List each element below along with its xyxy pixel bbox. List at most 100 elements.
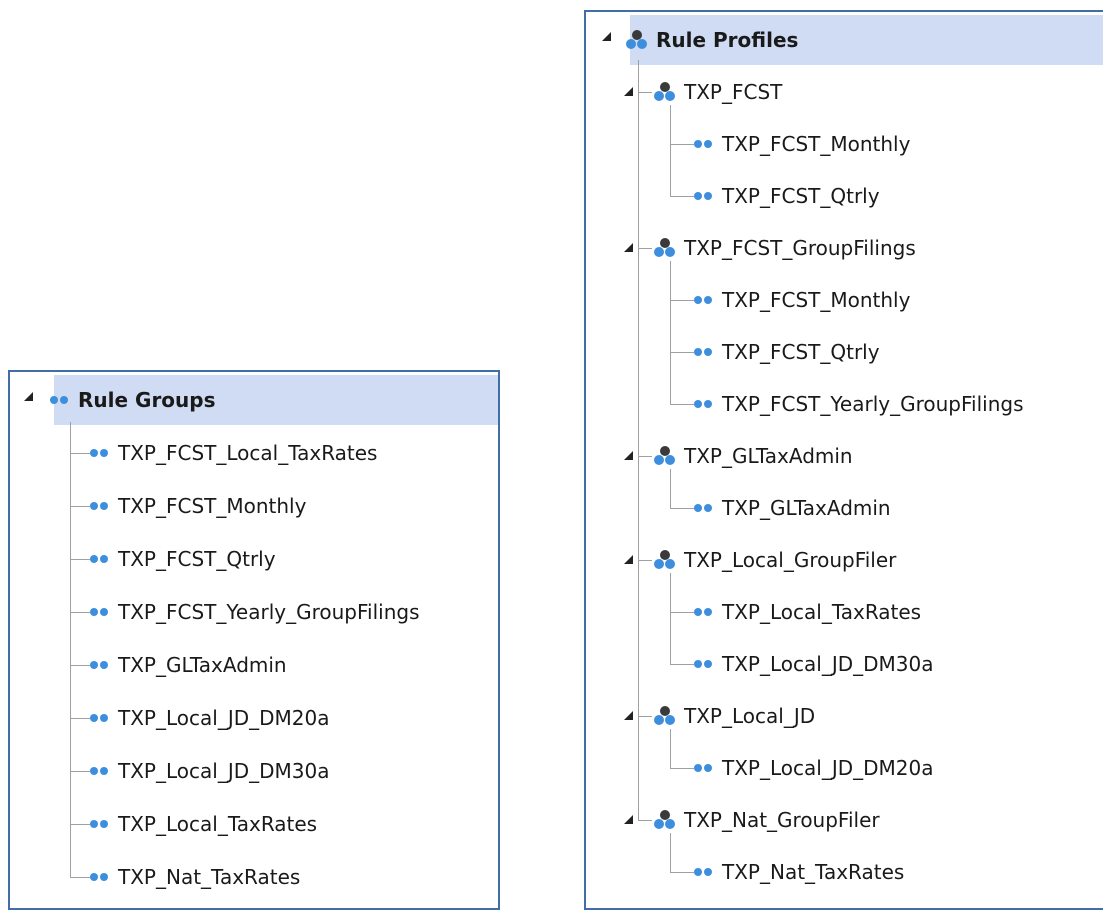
icon-dot	[704, 192, 712, 200]
tree-connector	[638, 820, 652, 821]
icon-dot	[50, 396, 58, 404]
icon-dot	[654, 715, 664, 725]
icon-dot	[637, 39, 647, 49]
rule-group-item[interactable]: TXP_GLTaxAdmin	[90, 640, 287, 690]
expanded-triangle-icon[interactable]	[602, 32, 611, 41]
tree-connector	[670, 729, 671, 768]
rule-profile-item[interactable]: TXP_FCST_GroupFilings	[654, 223, 916, 273]
icon-dot	[90, 502, 98, 510]
icon-dot	[90, 714, 98, 722]
rule-profile-icon	[654, 550, 676, 570]
rule-group-item-label: TXP_FCST_Yearly_GroupFilings	[118, 600, 420, 624]
icon-dot	[665, 247, 675, 257]
rule-group-icon	[90, 555, 108, 563]
rule-profile-item[interactable]: TXP_Local_JD	[654, 691, 815, 741]
rule-group-item[interactable]: TXP_Local_JD_DM30a	[90, 746, 329, 796]
rule-profile-group-item[interactable]: TXP_FCST_Yearly_GroupFilings	[694, 379, 1024, 429]
rule-profile-group-item-label: TXP_Local_JD_DM20a	[722, 756, 934, 780]
rule-group-item-label: TXP_Local_JD_DM20a	[118, 706, 330, 730]
rule-group-item[interactable]: TXP_FCST_Yearly_GroupFilings	[90, 587, 420, 637]
rule-profile-group-item[interactable]: TXP_Local_JD_DM20a	[694, 743, 933, 793]
icon-dot	[704, 400, 712, 408]
rule-profile-group-item-label: TXP_Nat_TaxRates	[722, 860, 905, 884]
rule-profile-item-label: TXP_Local_GroupFiler	[684, 548, 897, 572]
icon-dot	[626, 39, 636, 49]
rule-profile-group-item[interactable]: TXP_Nat_TaxRates	[694, 847, 904, 897]
icon-dot	[694, 764, 702, 772]
rule-profile-item[interactable]: TXP_Nat_GroupFiler	[654, 795, 880, 845]
rule-profile-group-item[interactable]: TXP_FCST_Qtrly	[694, 171, 880, 221]
rule-profile-group-item-label: TXP_FCST_Qtrly	[722, 340, 880, 364]
icon-dot	[665, 715, 675, 725]
icon-dot	[694, 660, 702, 668]
rule-groups-root[interactable]: Rule Groups	[50, 375, 216, 425]
icon-dot	[654, 247, 664, 257]
rule-profile-group-item[interactable]: TXP_GLTaxAdmin	[694, 483, 891, 533]
tree-connector	[670, 196, 694, 197]
rule-group-item[interactable]: TXP_Nat_TaxRates	[90, 852, 300, 902]
rule-profile-item-label: TXP_FCST_GroupFilings	[684, 236, 916, 260]
rule-group-item-label: TXP_FCST_Local_TaxRates	[118, 441, 378, 465]
tree-connector	[70, 771, 90, 772]
rule-group-item[interactable]: TXP_FCST_Monthly	[90, 481, 306, 531]
icon-dot	[100, 820, 108, 828]
icon-dot	[90, 820, 98, 828]
tree-connector	[638, 716, 652, 717]
rule-profile-group-item[interactable]: TXP_Local_JD_DM30a	[694, 639, 933, 689]
rule-profile-item[interactable]: TXP_Local_GroupFiler	[654, 535, 896, 585]
tree-connector	[638, 456, 652, 457]
rule-group-item[interactable]: TXP_Local_TaxRates	[90, 799, 317, 849]
rule-profile-icon	[654, 82, 676, 102]
tree-connector	[670, 573, 671, 664]
rule-profile-group-item[interactable]: TXP_FCST_Monthly	[694, 119, 910, 169]
expanded-triangle-icon[interactable]	[624, 451, 633, 460]
expanded-triangle-icon[interactable]	[624, 711, 633, 720]
tree-connector	[70, 877, 90, 878]
rule-profile-item[interactable]: TXP_FCST	[654, 67, 782, 117]
icon-dot	[665, 819, 675, 829]
rule-group-item-label: TXP_FCST_Qtrly	[118, 547, 276, 571]
rule-group-icon	[694, 348, 712, 356]
icon-dot	[704, 504, 712, 512]
tree-connector	[70, 718, 90, 719]
icon-dot	[694, 140, 702, 148]
icon-dot	[694, 192, 702, 200]
rule-profile-group-item[interactable]: TXP_Local_TaxRates	[694, 587, 921, 637]
rule-group-item-label: TXP_Local_JD_DM30a	[118, 759, 330, 783]
tree-connector	[670, 404, 694, 405]
rule-profile-icon	[654, 810, 676, 830]
rule-group-item-label: TXP_FCST_Monthly	[118, 494, 307, 518]
rule-group-item[interactable]: TXP_FCST_Qtrly	[90, 534, 276, 584]
tree-connector	[670, 144, 694, 145]
expanded-triangle-icon[interactable]	[624, 815, 633, 824]
rule-group-icon	[694, 608, 712, 616]
rule-group-item[interactable]: TXP_FCST_Local_TaxRates	[90, 428, 377, 478]
tree-connector	[670, 300, 694, 301]
rule-group-item-label: TXP_GLTaxAdmin	[118, 653, 287, 677]
rule-group-icon	[694, 660, 712, 668]
icon-dot	[704, 764, 712, 772]
rule-profiles-panel: Rule Profiles TXP_FCST TXP_FCST_Monthly TXP…	[584, 10, 1103, 910]
expanded-triangle-icon[interactable]	[624, 87, 633, 96]
rule-group-item[interactable]: TXP_Local_JD_DM20a	[90, 693, 329, 743]
tree-connector	[70, 506, 90, 507]
rule-group-icon	[90, 661, 108, 669]
rule-profile-group-item[interactable]: TXP_FCST_Qtrly	[694, 327, 880, 377]
rule-profile-item[interactable]: TXP_GLTaxAdmin	[654, 431, 853, 481]
expanded-triangle-icon[interactable]	[624, 555, 633, 564]
icon-dot	[90, 873, 98, 881]
tree-connector	[638, 92, 652, 93]
rule-group-icon	[50, 396, 68, 404]
expanded-triangle-icon[interactable]	[624, 243, 633, 252]
tree-connector	[670, 261, 671, 404]
rule-profile-group-item-label: TXP_FCST_Monthly	[722, 288, 911, 312]
expanded-triangle-icon[interactable]	[24, 392, 33, 401]
rule-profiles-root[interactable]: Rule Profiles	[626, 15, 798, 65]
icon-dot	[100, 714, 108, 722]
rule-profile-group-item-label: TXP_FCST_Monthly	[722, 132, 911, 156]
rule-group-icon	[694, 140, 712, 148]
rule-profile-icon	[626, 30, 648, 50]
icon-dot	[654, 819, 664, 829]
rule-groups-root-label: Rule Groups	[78, 388, 216, 412]
rule-profile-group-item[interactable]: TXP_FCST_Monthly	[694, 275, 910, 325]
